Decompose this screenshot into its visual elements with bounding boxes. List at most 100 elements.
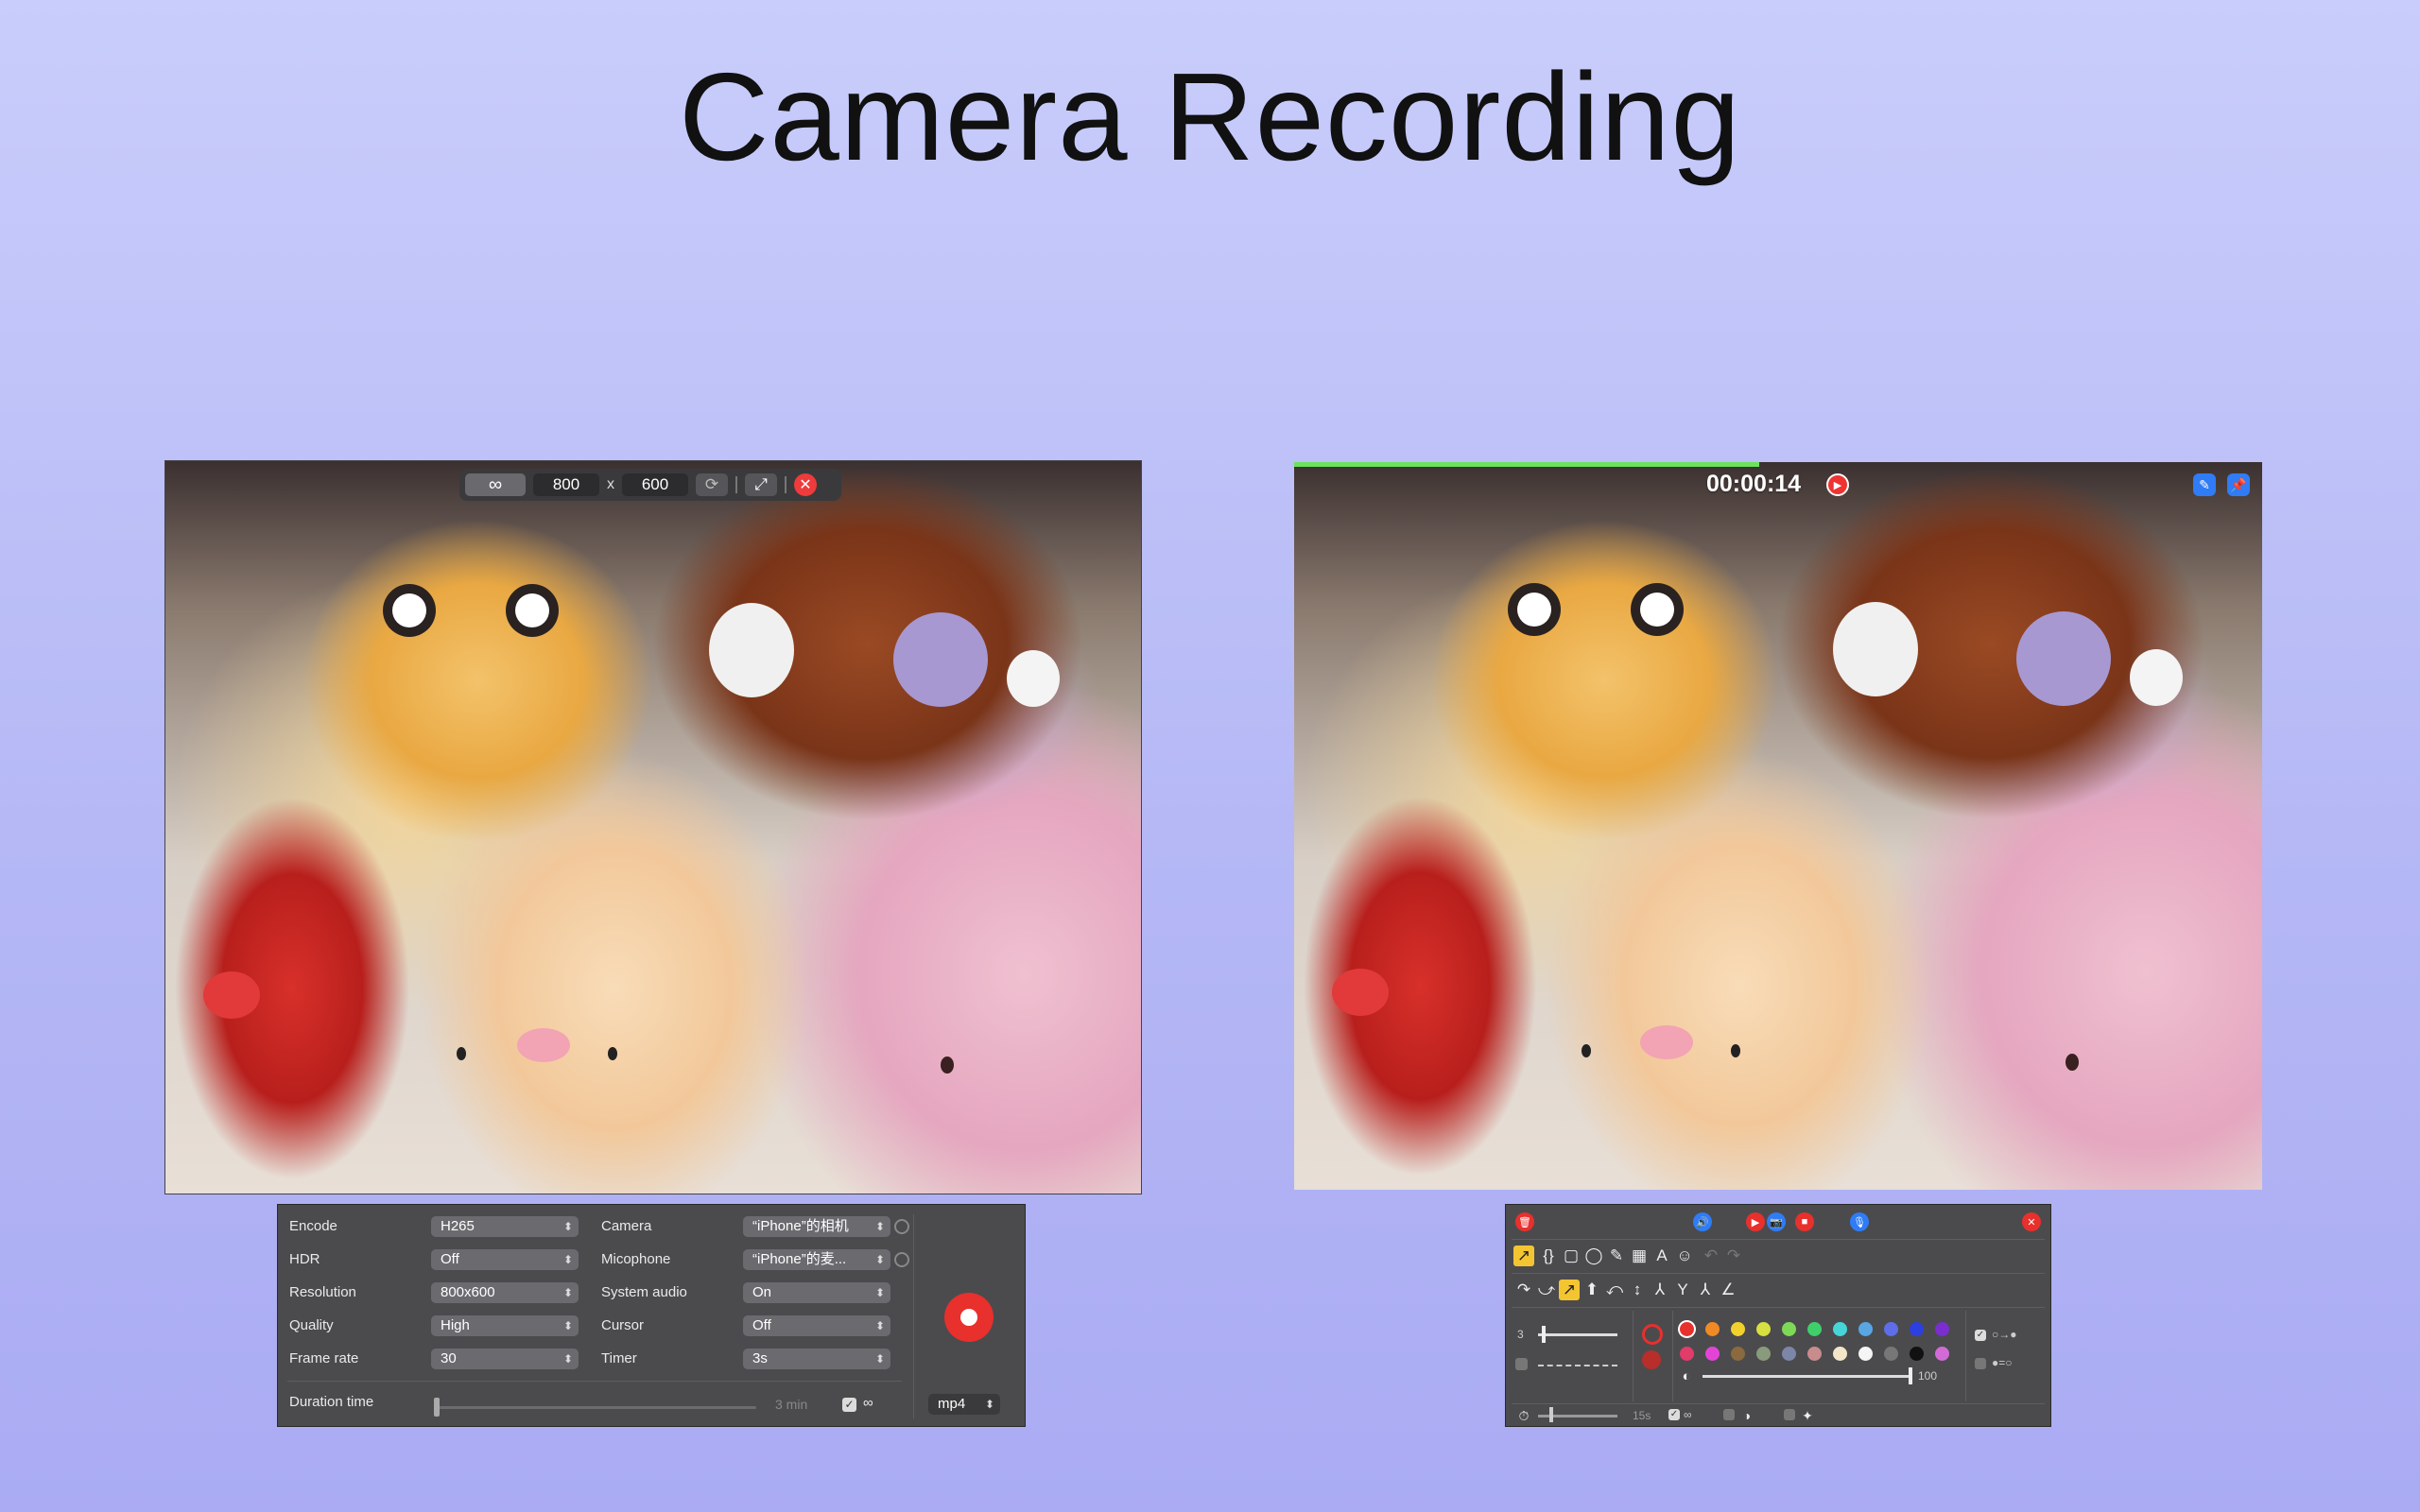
microphone-icon[interactable]: 🎙 (1850, 1212, 1869, 1231)
stroke-width-knob[interactable] (1542, 1326, 1546, 1343)
color-swatch[interactable] (1807, 1347, 1822, 1361)
mosaic-tool-icon[interactable]: ▦ (1629, 1246, 1650, 1266)
ellipse-tool-icon[interactable]: ◯ (1583, 1246, 1604, 1266)
camera-icon[interactable]: 📷 (1767, 1212, 1786, 1231)
framerate-label: Frame rate (289, 1350, 359, 1366)
redo-icon[interactable]: ↷ (1723, 1246, 1744, 1266)
color-swatch[interactable] (1756, 1322, 1771, 1336)
chevron-updown-icon: ⬍ (562, 1286, 573, 1299)
color-swatch[interactable] (1807, 1322, 1822, 1336)
brackets-tool-icon[interactable]: {} (1538, 1246, 1559, 1266)
snail-shell (2016, 611, 2111, 706)
undo-icon[interactable]: ↶ (1701, 1246, 1721, 1266)
color-swatch[interactable] (1935, 1322, 1949, 1336)
color-swatch[interactable] (1935, 1347, 1949, 1361)
rectangle-tool-icon[interactable]: ▢ (1561, 1246, 1582, 1266)
height-field[interactable]: 600 (622, 473, 688, 496)
outline-color-icon[interactable] (1642, 1324, 1663, 1345)
quality-select[interactable]: High ⬍ (431, 1315, 579, 1336)
delay-value: 15s (1633, 1409, 1651, 1422)
arrow-style-open-to-filled-icon[interactable]: ○→● (1992, 1328, 2017, 1341)
dashed-checkbox[interactable] (1515, 1358, 1528, 1370)
duration-slider-knob[interactable] (434, 1398, 440, 1417)
record-button[interactable] (944, 1293, 994, 1342)
split-arrow-icon[interactable]: Y (1672, 1280, 1693, 1300)
arrow-style-filled-to-open-icon[interactable]: ●=○ (1992, 1356, 2013, 1369)
color-swatch[interactable] (1833, 1322, 1847, 1336)
straight-arrow-icon[interactable]: ↗ (1559, 1280, 1580, 1300)
double-arrow-icon[interactable]: ↕ (1627, 1280, 1648, 1300)
arrow-tool-icon[interactable]: ↗ (1513, 1246, 1534, 1266)
contrast-icon[interactable]: ◑ (1737, 1405, 1757, 1426)
color-swatch[interactable] (1884, 1347, 1898, 1361)
stop-icon[interactable]: ■ (1795, 1212, 1814, 1231)
infinite-delay-checkbox[interactable]: ✓ (1668, 1409, 1680, 1420)
color-swatch[interactable] (1756, 1347, 1771, 1361)
close-button[interactable]: ✕ (794, 473, 817, 496)
stroke-width-slider[interactable] (1538, 1333, 1617, 1336)
curve-arrow-icon[interactable]: ↷ (1513, 1280, 1534, 1300)
pen-tool-icon[interactable]: ✎ (1606, 1246, 1627, 1266)
infinite-duration-checkbox[interactable]: ✓ (842, 1398, 856, 1412)
color-swatch[interactable] (1833, 1347, 1847, 1361)
color-swatch[interactable] (1731, 1347, 1745, 1361)
encode-select[interactable]: H265 ⬍ (431, 1216, 579, 1237)
resolution-select[interactable]: 800x600 ⬍ (431, 1282, 579, 1303)
refresh-camera-icon[interactable] (894, 1219, 909, 1234)
divider (913, 1214, 914, 1418)
color-swatch[interactable] (1782, 1322, 1796, 1336)
duration-slider-track[interactable] (437, 1406, 756, 1409)
angle-tool-icon[interactable]: ∠ (1718, 1280, 1738, 1300)
arrow-style-checkbox-2[interactable] (1975, 1358, 1986, 1369)
trash-icon[interactable]: 🗑 (1515, 1212, 1534, 1231)
format-select[interactable]: mp4 ⬍ (928, 1394, 1000, 1415)
delay-knob[interactable] (1549, 1407, 1553, 1422)
color-swatch[interactable] (1680, 1322, 1694, 1336)
color-swatch[interactable] (1680, 1347, 1694, 1361)
color-swatch[interactable] (1858, 1347, 1873, 1361)
system-audio-select[interactable]: On ⬍ (743, 1282, 890, 1303)
width-field[interactable]: 800 (533, 473, 599, 496)
color-swatch[interactable] (1858, 1322, 1873, 1336)
expand-icon[interactable]: ⤢ (745, 473, 777, 496)
play-icon[interactable]: ▶ (1746, 1212, 1765, 1231)
edit-icon[interactable]: ✎ (2193, 473, 2216, 496)
fill-color-icon[interactable] (1642, 1350, 1661, 1369)
cursor-select[interactable]: Off ⬍ (743, 1315, 890, 1336)
curved-arrow-icon[interactable]: ⤺ (1604, 1280, 1625, 1300)
infinity-toggle[interactable]: ∞ (465, 473, 526, 496)
pin-arrow-icon[interactable]: ⬆ (1582, 1280, 1602, 1300)
rotate-icon[interactable]: ⟳ (696, 473, 728, 496)
fork-arrow-icon[interactable]: ⅄ (1650, 1280, 1670, 1300)
color-swatch[interactable] (1731, 1322, 1745, 1336)
microphone-select[interactable]: “iPhone”的麦... ⬍ (743, 1249, 890, 1270)
opacity-knob[interactable] (1909, 1367, 1912, 1384)
magic-checkbox[interactable] (1784, 1409, 1795, 1420)
contrast-checkbox[interactable] (1723, 1409, 1735, 1420)
divider (1512, 1239, 2045, 1240)
recording-indicator-icon[interactable]: ▶ (1826, 473, 1849, 496)
recording-timer: 00:00:14 (1706, 471, 1802, 497)
timer-select[interactable]: 3s ⬍ (743, 1349, 890, 1369)
tri-arrow-icon[interactable]: ⅄ (1695, 1280, 1716, 1300)
quality-value: High (441, 1317, 470, 1333)
color-swatch[interactable] (1910, 1347, 1924, 1361)
close-icon[interactable]: ✕ (2022, 1212, 2041, 1231)
color-swatch[interactable] (1910, 1322, 1924, 1336)
emoji-tool-icon[interactable]: ☺ (1674, 1246, 1695, 1266)
color-swatch[interactable] (1884, 1322, 1898, 1336)
hdr-select[interactable]: Off ⬍ (431, 1249, 579, 1270)
refresh-microphone-icon[interactable] (894, 1252, 909, 1267)
color-swatch[interactable] (1782, 1347, 1796, 1361)
sparkle-icon[interactable]: ✦ (1797, 1405, 1818, 1426)
curve-arrow-alt-icon[interactable]: ⤻ (1536, 1280, 1557, 1300)
camera-select[interactable]: “iPhone”的相机 ⬍ (743, 1216, 890, 1237)
opacity-slider[interactable] (1703, 1375, 1912, 1378)
framerate-select[interactable]: 30 ⬍ (431, 1349, 579, 1369)
arrow-style-checkbox[interactable]: ✓ (1975, 1330, 1986, 1341)
speaker-icon[interactable]: 🔊 (1693, 1212, 1712, 1231)
text-tool-icon[interactable]: A (1651, 1246, 1672, 1266)
color-swatch[interactable] (1705, 1322, 1720, 1336)
pin-icon[interactable]: 📌 (2227, 473, 2250, 496)
color-swatch[interactable] (1705, 1347, 1720, 1361)
